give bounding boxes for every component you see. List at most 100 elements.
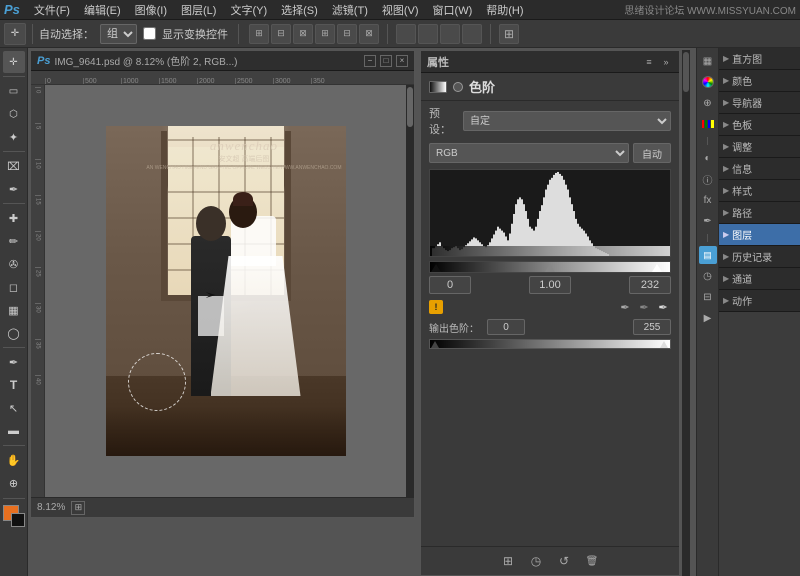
align-middle-btn[interactable]: ⊟ [337,24,357,44]
gray-eyedropper[interactable]: ✒ [636,299,652,315]
white-point-input[interactable] [629,276,671,294]
move-tool-options[interactable]: ✛ [4,23,26,45]
output-black-slider[interactable] [431,341,439,348]
dist-l-btn[interactable] [440,24,460,44]
panel-header-styles[interactable]: ▶ 样式 [719,180,800,202]
scrollbar-thumb[interactable] [407,87,413,127]
icon-styles[interactable]: fx [699,191,717,209]
prop-delete-icon[interactable]: 🗑 [582,551,602,571]
panel-header-swatches[interactable]: ▶ 色板 [719,114,800,136]
black-point-input[interactable] [429,276,471,294]
shape-tool[interactable]: ▬ [3,420,25,442]
panel-header-actions[interactable]: ▶ 动作 [719,290,800,312]
menu-layer[interactable]: 图层(L) [175,1,222,19]
mid-point-slider[interactable] [545,264,555,272]
output-black-input[interactable] [487,319,525,335]
panel-header-paths[interactable]: ▶ 路径 [719,202,800,224]
menu-text[interactable]: 文字(Y) [224,1,273,19]
mid-point-input[interactable] [529,276,571,294]
extra-btn[interactable]: ⊞ [499,24,519,44]
crop-tool[interactable]: ⌧ [3,155,25,177]
input-sliders[interactable] [429,261,671,273]
icon-navigator[interactable]: ⊕ [699,94,717,112]
output-slider[interactable] [429,339,671,349]
doc-close-btn[interactable]: × [396,55,408,67]
zoom-tool[interactable]: ⊕ [3,472,25,494]
menu-filter[interactable]: 滤镜(T) [326,1,374,19]
doc-maximize-btn[interactable]: □ [380,55,392,67]
menu-select[interactable]: 选择(S) [275,1,324,19]
move-tool[interactable]: ✛ [3,51,25,73]
text-tool[interactable]: T [3,374,25,396]
align-right-btn[interactable]: ⊠ [293,24,313,44]
icon-channels[interactable]: ⊟ [699,288,717,306]
panel-header-history[interactable]: ▶ 历史记录 [719,246,800,268]
align-bottom-btn[interactable]: ⊠ [359,24,379,44]
panel-header-navigator[interactable]: ▶ 导航器 [719,92,800,114]
black-point-slider[interactable] [431,264,441,272]
properties-options-btn[interactable]: ≡ [642,55,656,69]
icon-adjustments[interactable]: ◐ [699,149,717,167]
doc-minimize-btn[interactable]: − [364,55,376,67]
menu-file[interactable]: 文件(F) [28,1,76,19]
white-point-slider[interactable] [652,264,662,272]
doc-scrollbar-v[interactable] [406,85,414,497]
clone-tool[interactable]: ✇ [3,253,25,275]
color-swatches[interactable] [3,505,25,527]
properties-expand-btn[interactable]: » [659,55,673,69]
menu-window[interactable]: 窗口(W) [427,1,479,19]
panel-header-channels[interactable]: ▶ 通道 [719,268,800,290]
middle-scrollbar[interactable] [682,50,690,576]
menu-image[interactable]: 图像(I) [129,1,173,19]
icon-swatches[interactable] [699,115,717,133]
doc-status-icon[interactable]: ⊞ [71,501,85,515]
icon-color[interactable] [699,73,717,91]
icon-history[interactable]: ◷ [699,267,717,285]
middle-scrollbar-thumb[interactable] [683,52,689,92]
panel-header-histogram[interactable]: ▶ 直方图 [719,48,800,70]
eyedropper-tool[interactable]: ✒ [3,178,25,200]
eraser-tool[interactable]: ◻ [3,276,25,298]
panel-header-layers[interactable]: ▶ 图层 [719,224,800,246]
brush-tool[interactable]: ✏ [3,230,25,252]
panel-header-adjustments[interactable]: ▶ 调整 [719,136,800,158]
path-select-tool[interactable]: ↖ [3,397,25,419]
dodge-tool[interactable]: ◯ [3,322,25,344]
align-top-btn[interactable]: ⊞ [315,24,335,44]
black-eyedropper[interactable]: ✒ [617,299,633,315]
auto-button[interactable]: 自动 [633,143,671,163]
dist-r-btn[interactable] [462,24,482,44]
pen-tool[interactable]: ✒ [3,351,25,373]
healing-tool[interactable]: ✚ [3,207,25,229]
panel-header-info[interactable]: ▶ 信息 [719,158,800,180]
panel-header-color[interactable]: ▶ 颜色 [719,70,800,92]
auto-select-dropdown[interactable]: 组 [100,24,137,44]
icon-paths[interactable]: ✒ [699,212,717,230]
dist-v-btn[interactable] [418,24,438,44]
marquee-tool[interactable]: ▭ [3,80,25,102]
icon-histogram[interactable]: ▦ [699,52,717,70]
white-eyedropper[interactable]: ✒ [655,299,671,315]
prop-layer-icon[interactable]: ◷ [526,551,546,571]
magic-wand-tool[interactable]: ✦ [3,126,25,148]
show-transform-checkbox[interactable] [143,27,156,40]
prop-clip-icon[interactable]: ⊞ [498,551,518,571]
prop-reset-icon[interactable]: ↺ [554,551,574,571]
background-color[interactable] [11,513,25,527]
hand-tool[interactable]: ✋ [3,449,25,471]
lasso-tool[interactable]: ⬡ [3,103,25,125]
preset-select[interactable]: 自定 [463,111,671,131]
align-center-btn[interactable]: ⊟ [271,24,291,44]
dist-h-btn[interactable] [396,24,416,44]
output-white-input[interactable] [633,319,671,335]
menu-help[interactable]: 帮助(H) [480,1,529,19]
icon-layers-active[interactable]: ▤ [699,246,717,264]
levels-visibility-btn[interactable] [453,82,463,92]
output-white-slider[interactable] [660,341,668,348]
align-left-btn[interactable]: ⊞ [249,24,269,44]
menu-view[interactable]: 视图(V) [376,1,425,19]
icon-actions[interactable]: ▶ [699,309,717,327]
icon-info[interactable]: ⓘ [699,170,717,188]
menu-edit[interactable]: 编辑(E) [78,1,127,19]
gradient-tool[interactable]: ▦ [3,299,25,321]
